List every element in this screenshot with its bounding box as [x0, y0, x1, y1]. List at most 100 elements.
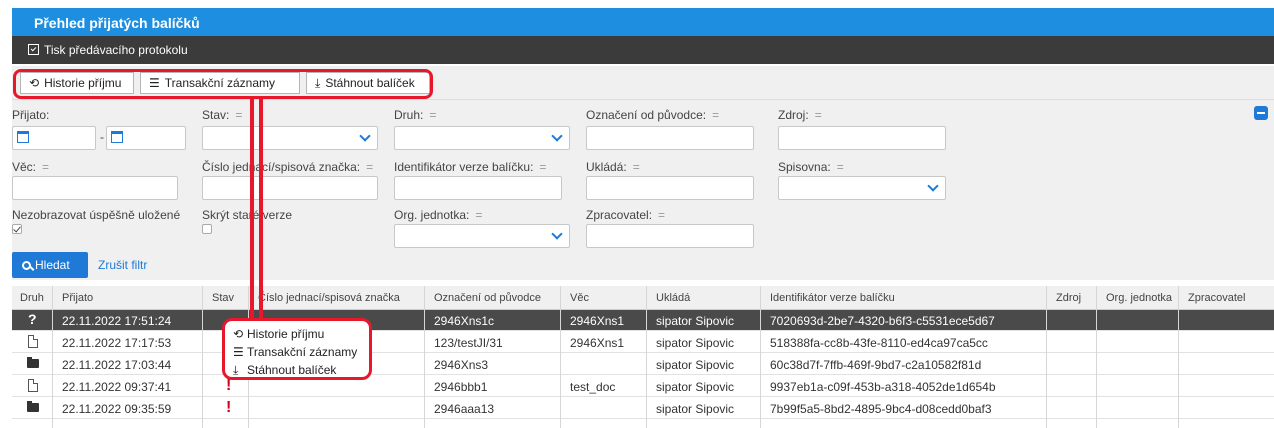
column-header[interactable]: Číslo jednací/spisová značka	[258, 292, 400, 304]
org-select[interactable]	[394, 224, 570, 248]
cell-identifikator: 60c38d7f-7ffb-469f-9bd7-c2a10582f81d	[770, 358, 982, 372]
column-divider	[202, 286, 203, 428]
context-menu-download-label: Stáhnout balíček	[247, 363, 337, 377]
download-icon: ⤓	[315, 76, 321, 90]
context-menu-transactions-label: Transakční záznamy	[247, 345, 358, 359]
clear-filter-link[interactable]: Zrušit filtr	[98, 258, 147, 272]
zpracovatel-input[interactable]	[586, 224, 754, 248]
cell-vec: 2946Xns1	[570, 314, 625, 328]
document-icon	[28, 335, 38, 348]
nezobrazovat-checkbox[interactable]	[12, 224, 22, 234]
filter-label-uklada: Ukládá: =	[586, 160, 640, 174]
filter-label-zdroj: Zdroj: =	[778, 108, 822, 122]
filter-label-prijato: Přijato:	[12, 108, 50, 122]
date-separator: -	[100, 130, 104, 144]
history-icon: ⟲	[29, 76, 40, 90]
print-protocol-label: Tisk předávacího protokolu	[44, 43, 188, 57]
filter-label-org: Org. jednotka: =	[394, 208, 483, 222]
druh-select[interactable]	[394, 126, 570, 150]
filter-label-skryt: Skrýt staré verze	[202, 208, 293, 222]
column-header[interactable]: Zdroj	[1056, 292, 1081, 304]
list-icon: ☰	[149, 76, 160, 90]
context-menu-item-history[interactable]: ⟲ Historie příjmu	[233, 327, 324, 341]
cell-vec: test_doc	[570, 380, 616, 394]
filter-panel: Přijato: - Stav: = Druh: = Označení od pův…	[12, 100, 1274, 280]
zdroj-input[interactable]	[778, 126, 946, 150]
date-from-input[interactable]	[12, 126, 96, 150]
unknown-type-icon: ?	[28, 311, 37, 327]
cell-prijato: 22.11.2022 09:37:41	[62, 380, 172, 394]
history-button[interactable]: ⟲ Historie příjmu	[20, 72, 134, 94]
cell-identifikator: 7020693d-2be7-4320-b6f3-c5531ece5d67	[770, 314, 995, 328]
filter-label-spisovna: Spisovna: =	[778, 160, 844, 174]
collapse-filter-button[interactable]	[1254, 106, 1268, 120]
print-protocol-button[interactable]: Tisk předávacího protokolu	[12, 36, 1274, 64]
cell-uklada: sipator Sipovic	[656, 314, 735, 328]
annotation-line	[259, 98, 263, 320]
cell-prijato: 22.11.2022 17:51:24	[62, 314, 172, 328]
date-to-input[interactable]	[106, 126, 186, 150]
transactions-button[interactable]: ☰ Transakční záznamy	[140, 72, 300, 94]
transactions-button-label: Transakční záznamy	[164, 76, 276, 90]
column-header[interactable]: Věc	[570, 292, 589, 304]
column-header[interactable]: Druh	[20, 292, 44, 304]
page-title: Přehled přijatých balíčků	[12, 8, 1274, 36]
spisovna-select[interactable]	[778, 176, 946, 200]
history-icon: ⟲	[233, 327, 244, 341]
history-button-label: Historie příjmu	[44, 76, 122, 90]
column-header[interactable]: Označení od původce	[434, 292, 541, 304]
filter-label-oznaceni: Označení od původce: =	[586, 108, 720, 122]
column-header[interactable]: Identifikátor verze balíčku	[770, 292, 895, 304]
oznaceni-input[interactable]	[586, 126, 754, 150]
cell-prijato: 22.11.2022 17:03:44	[62, 358, 172, 372]
download-button[interactable]: ⤓ Stáhnout balíček	[306, 72, 430, 94]
column-divider	[760, 286, 761, 428]
column-header[interactable]: Stav	[212, 292, 234, 304]
column-header[interactable]: Org. jednotka	[1106, 292, 1172, 304]
filter-label-vec: Věc: =	[12, 160, 50, 174]
folder-icon	[27, 401, 39, 412]
calendar-icon	[111, 131, 123, 143]
context-menu: ⟲ Historie příjmu ☰ Transakční záznamy ⤓ St…	[222, 318, 372, 380]
vec-input[interactable]	[12, 176, 178, 200]
print-checklist-icon	[28, 44, 39, 55]
column-header[interactable]: Zpracovatel	[1188, 292, 1245, 304]
search-button-label: Hledat	[35, 258, 70, 272]
cislo-input[interactable]	[202, 176, 378, 200]
stav-select[interactable]	[202, 126, 378, 150]
context-menu-item-download[interactable]: ⤓ Stáhnout balíček	[233, 363, 336, 378]
identifikator-input[interactable]	[394, 176, 562, 200]
chevron-down-icon	[359, 130, 371, 142]
toolbar: ⟲ Historie příjmu ☰ Transakční záznamy ⤓ St…	[12, 66, 1274, 100]
context-menu-history-label: Historie příjmu	[247, 327, 325, 341]
filter-label-druh: Druh: =	[394, 108, 437, 122]
column-header[interactable]: Ukládá	[656, 292, 690, 304]
cell-vec: 2946Xns1	[570, 336, 625, 350]
skryt-checkbox[interactable]	[202, 224, 212, 234]
cell-prijato: 22.11.2022 17:17:53	[62, 336, 172, 350]
filter-label-cislo: Číslo jednací/spisová značka: =	[202, 160, 374, 174]
column-divider	[560, 286, 561, 428]
column-divider	[646, 286, 647, 428]
column-divider	[1178, 286, 1179, 428]
context-menu-item-transactions[interactable]: ☰ Transakční záznamy	[233, 345, 357, 359]
filter-label-zpracovatel: Zpracovatel: =	[586, 208, 666, 222]
chevron-down-icon	[551, 228, 563, 240]
filter-label-identifikator: Identifikátor verze balíčku: =	[394, 160, 547, 174]
chevron-down-icon	[927, 180, 939, 192]
search-button[interactable]: Hledat	[12, 252, 88, 278]
cell-uklada: sipator Sipovic	[656, 402, 735, 416]
cell-oznaceni: 2946bbb1	[434, 380, 488, 394]
cell-uklada: sipator Sipovic	[656, 380, 735, 394]
cell-identifikator: 7b99f5a5-8bd2-4895-9bc4-d08cedd0baf3	[770, 402, 992, 416]
cell-identifikator: 9937eb1a-c09f-453b-a318-4052de1d654b	[770, 380, 996, 394]
cell-oznaceni: 2946aaa13	[434, 402, 495, 416]
column-header[interactable]: Přijato	[62, 292, 93, 304]
annotation-line	[250, 98, 254, 320]
column-divider	[1096, 286, 1097, 428]
column-divider	[424, 286, 425, 428]
cell-oznaceni: 123/testJI/31	[434, 336, 503, 350]
download-button-label: Stáhnout balíček	[325, 76, 415, 90]
cell-oznaceni: 2946Xns3	[434, 358, 489, 372]
uklada-input[interactable]	[586, 176, 754, 200]
